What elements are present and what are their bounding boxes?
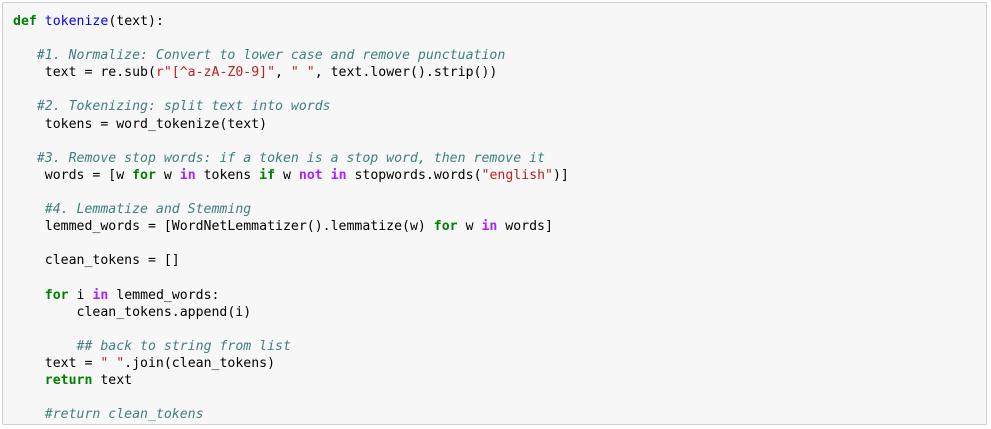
code-line: def tokenize(text): [13,13,569,30]
code-line: lemmed_words = [WordNetLemmatizer().lemm… [13,218,569,235]
code-token: clean_tokens.append(i) [13,304,252,320]
code-token: #1. Normalize: Convert to lower case and… [36,48,506,64]
code-token: words = [w [13,167,133,183]
code-token: #2. Tokenizing: split text into words [36,99,331,115]
code-line: return text [13,372,569,389]
code-line: #return clean_tokens [13,406,569,423]
code-token: r"[^a-zA-Z0-9]" [155,65,276,81]
code-token: , [275,65,291,81]
code-line: #1. Normalize: Convert to lower case and… [13,47,569,64]
code-token: in [481,219,498,235]
code-token: w [275,167,299,183]
code-token: def [13,14,37,29]
code-line: #3. Remove stop words: if a token is a s… [13,150,569,167]
code-token: for [44,287,69,303]
code-token: #3. Remove stop words: if a token is a s… [36,150,545,166]
code-token: w [155,167,180,183]
code-line: for i in lemmed_words: [13,287,569,304]
code-token: "english" [481,167,553,183]
code-token: tokens = word_tokenize(text) [13,116,268,132]
code-token: #return clean_tokens [44,407,204,423]
code-token: lemmed_words: [108,287,220,303]
code-token: tokens [195,167,260,183]
code-line: #2. Tokenizing: split text into words [13,98,569,115]
code-token: not in [298,167,347,183]
code-token: w [457,219,482,235]
code-token: #4. Lemmatize and Stemming [44,202,252,218]
code-token: for [433,219,458,235]
code-line: clean_tokens.append(i) [13,304,569,321]
code-token: if [259,167,276,183]
code-line: tokens = word_tokenize(text) [13,116,569,133]
code-token: text [92,372,133,388]
code-line: clean_tokens = [] [13,252,569,269]
code-token: stopwords.words( [346,167,482,183]
code-token: )] [552,167,569,183]
code-token: lemmed_words = [WordNetLemmatizer().lemm… [13,219,434,235]
code-token: in [179,167,196,183]
code-token: i [68,287,93,303]
code-token: (text): [108,14,164,29]
code-token: " " [100,355,125,371]
code-token: in [92,287,109,303]
code-token: clean_tokens = [] [13,253,180,269]
code-token: .join(clean_tokens) [124,355,276,371]
code-line: text = " ".join(clean_tokens) [13,355,569,372]
code-token: " " [290,65,315,81]
code-line: text = re.sub(r"[^a-zA-Z0-9]", " ", text… [13,64,569,81]
code-token: tokenize [44,14,109,29]
code-token: ## back to string from list [76,338,291,354]
code-line: words = [w for w in tokens if w not in s… [13,167,569,184]
code-cell[interactable]: def tokenize(text): #1. Normalize: Conve… [2,2,987,425]
code-token: text = [13,355,101,371]
code-token: for [132,167,156,183]
code-token: text = re.sub( [13,65,156,81]
code-editor[interactable]: def tokenize(text): #1. Normalize: Conve… [13,13,569,423]
code-line: #4. Lemmatize and Stemming [13,201,569,218]
code-token: return [44,372,93,388]
code-token: , text.lower().strip()) [314,65,498,81]
code-token: words] [497,219,553,235]
code-line: ## back to string from list [13,338,569,355]
